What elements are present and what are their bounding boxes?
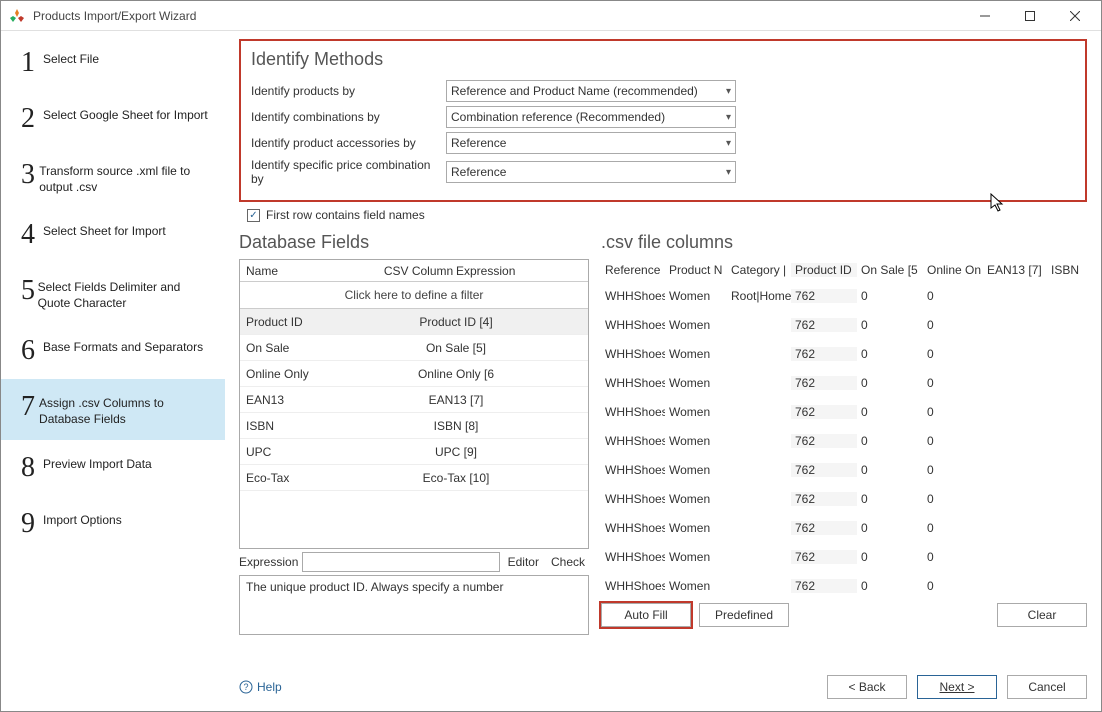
db-header-row[interactable]: Name CSV Column Expression bbox=[240, 260, 588, 282]
maximize-button[interactable] bbox=[1007, 2, 1052, 30]
identify-heading: Identify Methods bbox=[251, 49, 1073, 70]
db-row[interactable]: UPCUPC [9] bbox=[240, 439, 588, 465]
help-icon: ? bbox=[239, 680, 253, 694]
db-filter-row[interactable]: Click here to define a filter bbox=[240, 282, 588, 309]
cursor-icon bbox=[990, 193, 1006, 216]
identify-price-combo[interactable]: Reference▾ bbox=[446, 161, 736, 183]
step-1[interactable]: 1Select File bbox=[1, 35, 225, 91]
wizard-steps-sidebar: 1Select File 2Select Google Sheet for Im… bbox=[1, 31, 225, 711]
identify-price-label: Identify specific price combination by bbox=[251, 158, 446, 186]
database-fields-heading: Database Fields bbox=[239, 232, 589, 253]
minimize-button[interactable] bbox=[962, 2, 1007, 30]
identify-methods-section: Identify Methods Identify products byRef… bbox=[239, 39, 1087, 202]
chevron-down-icon: ▾ bbox=[726, 138, 731, 149]
step-9[interactable]: 9Import Options bbox=[1, 496, 225, 552]
db-row[interactable]: ISBNISBN [8] bbox=[240, 413, 588, 439]
help-link[interactable]: ? Help bbox=[239, 680, 282, 694]
first-row-checkbox[interactable]: ✓ bbox=[247, 209, 260, 222]
csv-row[interactable]: WHHShoesWomen76200 bbox=[601, 542, 1087, 571]
identify-products-combo[interactable]: Reference and Product Name (recommended)… bbox=[446, 80, 736, 102]
csv-row[interactable]: WHHShoesWomen76200 bbox=[601, 397, 1087, 426]
chevron-down-icon: ▾ bbox=[726, 86, 731, 97]
cancel-button[interactable]: Cancel bbox=[1007, 675, 1087, 699]
csv-row[interactable]: WHHShoesWomen76200 bbox=[601, 513, 1087, 542]
editor-button[interactable]: Editor bbox=[504, 553, 543, 571]
csv-row[interactable]: WHHShoesWomen76200 bbox=[601, 484, 1087, 513]
db-row[interactable]: On SaleOn Sale [5] bbox=[240, 335, 588, 361]
app-icon bbox=[9, 8, 25, 24]
close-button[interactable] bbox=[1052, 2, 1097, 30]
chevron-down-icon: ▾ bbox=[726, 167, 731, 178]
step-5[interactable]: 5Select Fields Delimiter and Quote Chara… bbox=[1, 263, 225, 323]
db-row[interactable]: EAN13EAN13 [7] bbox=[240, 387, 588, 413]
identify-products-label: Identify products by bbox=[251, 84, 446, 98]
csv-preview-grid[interactable]: Reference Product N Category | Product I… bbox=[601, 259, 1087, 597]
wizard-window: Products Import/Export Wizard 1Select Fi… bbox=[0, 0, 1102, 712]
identify-accessories-combo[interactable]: Reference▾ bbox=[446, 132, 736, 154]
chevron-down-icon: ▾ bbox=[726, 112, 731, 123]
csv-row[interactable]: WHHShoesWomen76200 bbox=[601, 339, 1087, 368]
csv-row[interactable]: WHHShoesWomen76200 bbox=[601, 426, 1087, 455]
next-button[interactable]: Next > bbox=[917, 675, 997, 699]
expression-input[interactable] bbox=[302, 552, 499, 572]
csv-columns-heading: .csv file columns bbox=[601, 232, 1087, 253]
step-4[interactable]: 4Select Sheet for Import bbox=[1, 207, 225, 263]
window-controls bbox=[962, 2, 1097, 30]
main-content: Identify Methods Identify products byRef… bbox=[225, 31, 1101, 711]
csv-row[interactable]: WHHShoesWomen76200 bbox=[601, 571, 1087, 597]
csv-row[interactable]: WHHShoesWomen76200 bbox=[601, 310, 1087, 339]
back-button[interactable]: < Back bbox=[827, 675, 907, 699]
step-6[interactable]: 6Base Formats and Separators bbox=[1, 323, 225, 379]
step-7[interactable]: 7Assign .csv Columns to Database Fields bbox=[1, 379, 225, 439]
db-row[interactable]: Online OnlyOnline Only [6 bbox=[240, 361, 588, 387]
field-help-text: The unique product ID. Always specify a … bbox=[239, 575, 589, 635]
step-3[interactable]: 3Transform source .xml file to output .c… bbox=[1, 147, 225, 207]
csv-header-row[interactable]: Reference Product N Category | Product I… bbox=[601, 259, 1087, 281]
svg-text:?: ? bbox=[243, 682, 248, 692]
predefined-button[interactable]: Predefined bbox=[699, 603, 789, 627]
db-row[interactable]: Product IDProduct ID [4] bbox=[240, 309, 588, 335]
csv-row[interactable]: WHHShoesWomen76200 bbox=[601, 368, 1087, 397]
autofill-button[interactable]: Auto Fill bbox=[601, 603, 691, 627]
identify-accessories-label: Identify product accessories by bbox=[251, 136, 446, 150]
titlebar: Products Import/Export Wizard bbox=[1, 1, 1101, 31]
database-fields-grid[interactable]: Name CSV Column Expression Click here to… bbox=[239, 259, 589, 549]
expression-label: Expression bbox=[239, 555, 298, 569]
step-2[interactable]: 2Select Google Sheet for Import bbox=[1, 91, 225, 147]
first-row-label: First row contains field names bbox=[266, 208, 425, 222]
step-8[interactable]: 8Preview Import Data bbox=[1, 440, 225, 496]
csv-row[interactable]: WHHShoesWomen76200 bbox=[601, 455, 1087, 484]
db-row[interactable]: Eco-TaxEco-Tax [10] bbox=[240, 465, 588, 491]
csv-row[interactable]: WHHShoesWomenRoot|Home76200 bbox=[601, 281, 1087, 310]
identify-combinations-label: Identify combinations by bbox=[251, 110, 446, 124]
clear-button[interactable]: Clear bbox=[997, 603, 1087, 627]
check-button[interactable]: Check bbox=[547, 553, 589, 571]
identify-combinations-combo[interactable]: Combination reference (Recommended)▾ bbox=[446, 106, 736, 128]
window-title: Products Import/Export Wizard bbox=[33, 9, 962, 23]
